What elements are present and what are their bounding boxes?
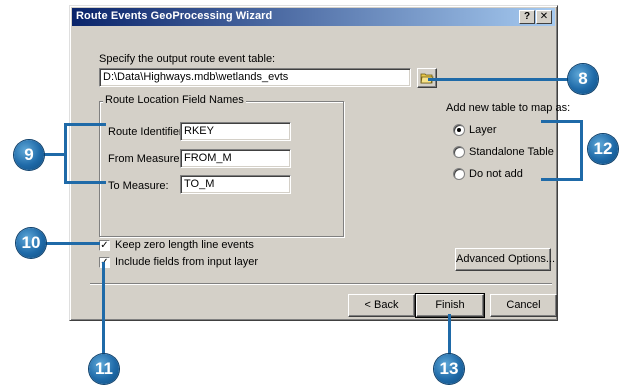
callout-12: 12 xyxy=(588,134,618,164)
back-button[interactable]: < Back xyxy=(348,294,415,317)
callout-11: 11 xyxy=(89,354,119,384)
callout-9-bracket-top xyxy=(64,123,106,126)
wizard-dialog: Route Events GeoProcessing Wizard ? ✕ Sp… xyxy=(69,5,570,321)
keep-zero-label: Keep zero length line events xyxy=(115,239,254,251)
callout-10-leader xyxy=(42,242,100,245)
callout-12-bracket-bottom xyxy=(541,178,583,181)
callout-13-leader xyxy=(448,314,451,358)
cancel-button[interactable]: Cancel xyxy=(490,294,557,317)
radio-layer-label: Layer xyxy=(469,124,497,136)
callout-12-bracket xyxy=(580,120,583,181)
help-button[interactable]: ? xyxy=(519,10,535,24)
output-table-label: Specify the output route event table: xyxy=(99,53,276,65)
include-fields-label: Include fields from input layer xyxy=(115,256,259,268)
to-measure-label: To Measure: xyxy=(108,180,169,192)
from-measure-field[interactable]: FROM_M xyxy=(180,149,291,168)
title-bar: Route Events GeoProcessing Wizard ? ✕ xyxy=(72,8,555,26)
radio-selected-dot xyxy=(457,128,461,132)
route-fields-legend: Route Location Field Names xyxy=(103,94,246,106)
radio-standalone-table-label: Standalone Table xyxy=(469,146,554,158)
callout-12-bracket-top xyxy=(541,120,583,123)
callout-10: 10 xyxy=(16,228,46,258)
output-table-field[interactable]: D:\Data\Highways.mdb\wetlands_evts xyxy=(99,68,411,87)
callout-11-leader xyxy=(102,262,105,358)
radio-standalone-table[interactable] xyxy=(453,146,465,158)
radio-do-not-add[interactable] xyxy=(453,168,465,180)
to-measure-field[interactable]: TO_M xyxy=(180,175,291,194)
route-identifier-label: Route Identifier: xyxy=(108,126,186,138)
radio-do-not-add-label: Do not add xyxy=(469,168,523,180)
add-to-map-label: Add new table to map as: xyxy=(446,102,571,114)
callout-9: 9 xyxy=(14,140,44,170)
window-title: Route Events GeoProcessing Wizard xyxy=(76,10,273,22)
route-identifier-field[interactable]: RKEY xyxy=(180,122,291,141)
close-button[interactable]: ✕ xyxy=(536,10,552,24)
callout-13: 13 xyxy=(434,354,464,384)
callout-9-bracket-bottom xyxy=(64,181,106,184)
radio-layer[interactable] xyxy=(453,124,465,136)
callout-8: 8 xyxy=(568,64,598,94)
callout-8-leader xyxy=(428,78,570,81)
from-measure-label: From Measure: xyxy=(108,153,183,165)
advanced-options-button[interactable]: Advanced Options... xyxy=(455,248,555,271)
keep-zero-checkbox[interactable]: ✓ xyxy=(99,240,110,251)
separator xyxy=(90,283,552,285)
